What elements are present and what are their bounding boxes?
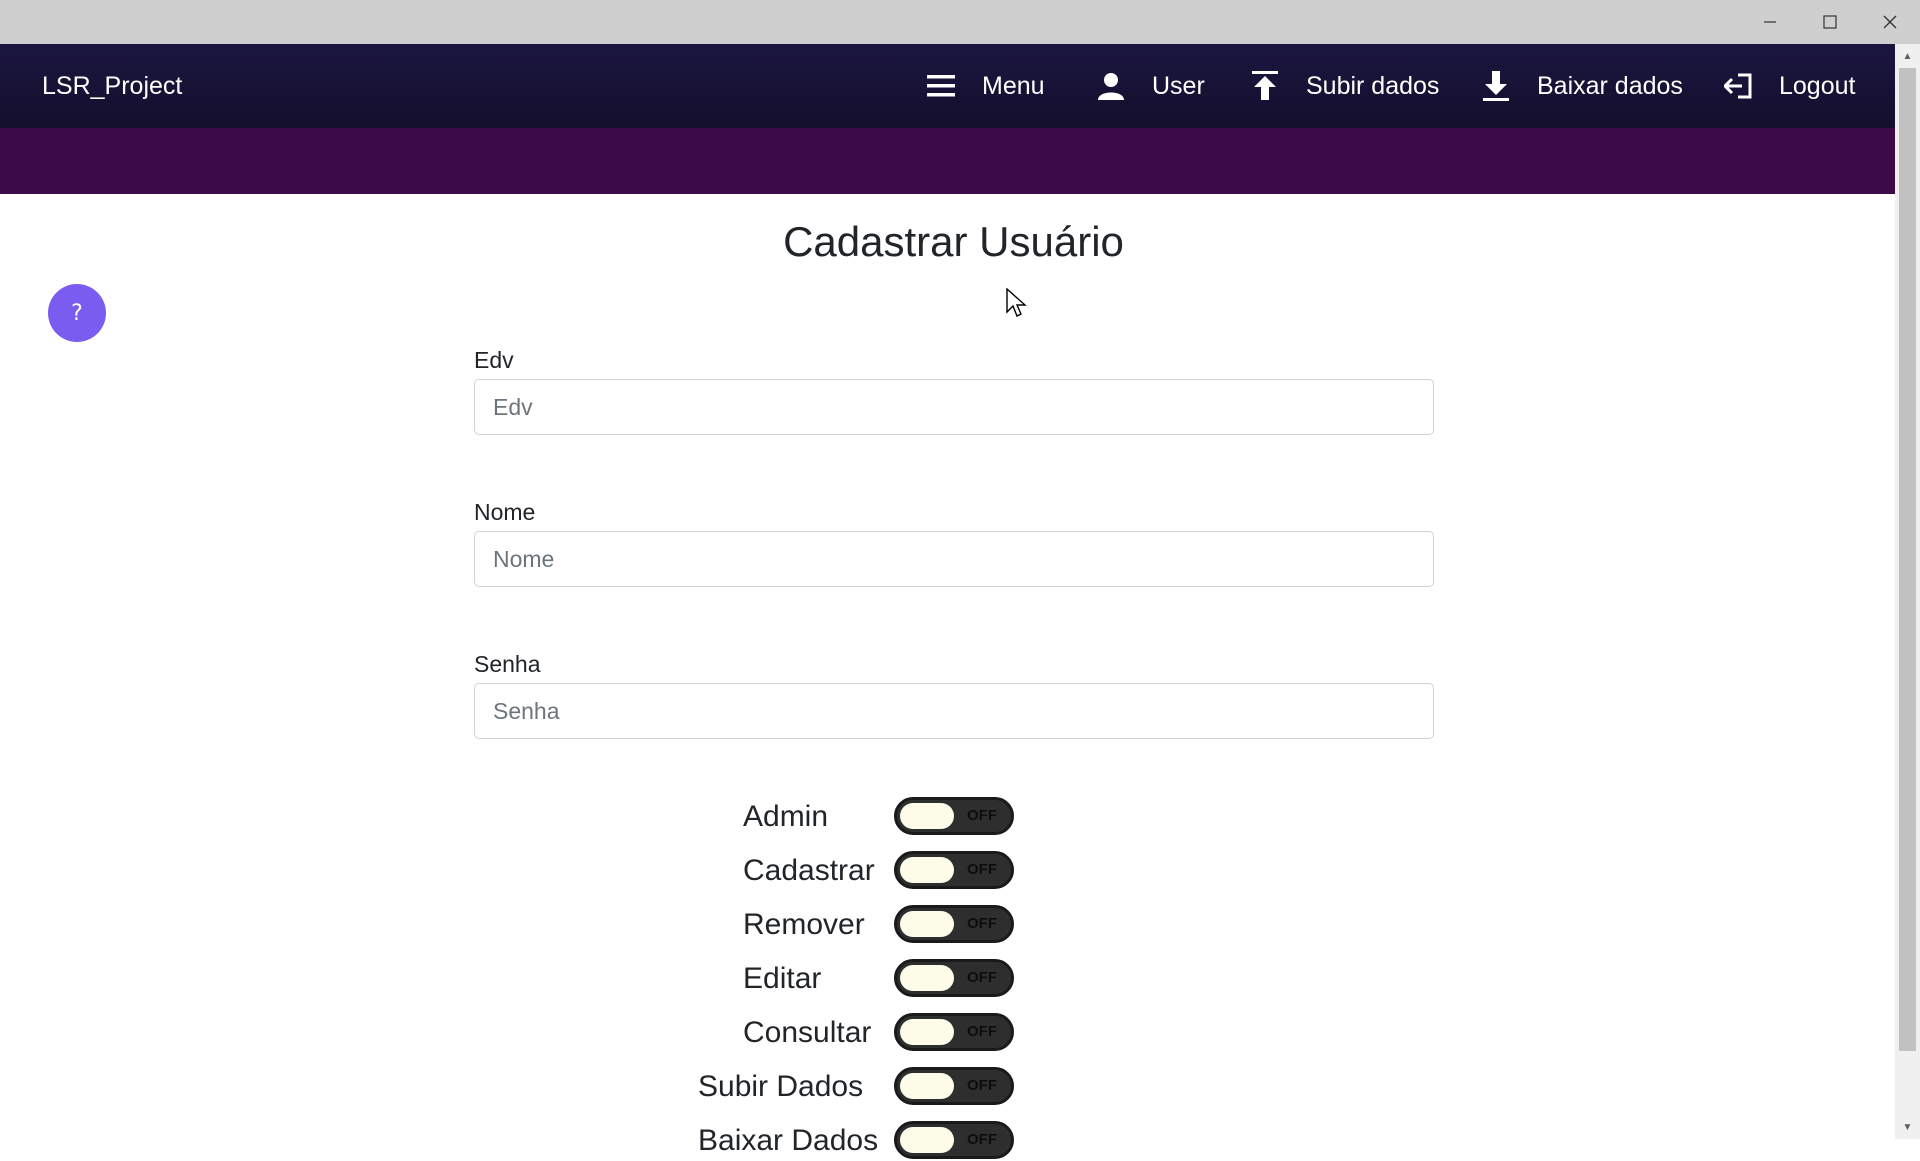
permission-row-cadastrar: Cadastrar OFF bbox=[0, 851, 1920, 891]
toggle-knob bbox=[900, 965, 954, 991]
edv-label: Edv bbox=[474, 347, 514, 373]
nav-upload-label: Subir dados bbox=[1306, 71, 1440, 100]
mouse-cursor-icon bbox=[1006, 287, 1028, 323]
senha-input[interactable] bbox=[474, 683, 1434, 739]
permission-row-subir-dados: Subir Dados OFF bbox=[0, 1067, 1920, 1107]
permission-label-editar: Editar bbox=[743, 962, 822, 995]
secondary-banner bbox=[0, 128, 1895, 194]
permission-row-admin: Admin OFF bbox=[0, 797, 1920, 837]
permission-row-editar: Editar OFF bbox=[0, 959, 1920, 999]
nav-download-label: Baixar dados bbox=[1537, 71, 1683, 100]
close-icon bbox=[1883, 15, 1897, 29]
help-button[interactable]: ? bbox=[48, 284, 106, 342]
edv-input[interactable] bbox=[474, 379, 1434, 435]
minimize-icon bbox=[1764, 21, 1776, 23]
toggle-state: OFF bbox=[967, 1077, 997, 1094]
toggle-state: OFF bbox=[967, 915, 997, 932]
toggle-editar[interactable]: OFF bbox=[894, 959, 1014, 997]
close-window-button[interactable] bbox=[1860, 0, 1920, 44]
toggle-knob bbox=[900, 803, 954, 829]
window-titlebar bbox=[0, 0, 1920, 44]
maximize-icon bbox=[1823, 15, 1837, 29]
user-icon bbox=[1096, 71, 1126, 101]
permission-label-consultar: Consultar bbox=[743, 1016, 872, 1049]
nav-upload-data[interactable]: Subir dados bbox=[1250, 44, 1439, 128]
hamburger-menu-icon bbox=[926, 71, 956, 101]
download-icon bbox=[1481, 71, 1511, 101]
toggle-remover[interactable]: OFF bbox=[894, 905, 1014, 943]
nav-menu[interactable]: Menu bbox=[926, 44, 1045, 128]
nav-logout-label: Logout bbox=[1779, 71, 1856, 100]
toggle-state: OFF bbox=[967, 969, 997, 986]
scroll-thumb[interactable] bbox=[1899, 68, 1916, 1051]
nome-input[interactable] bbox=[474, 531, 1434, 587]
senha-label: Senha bbox=[474, 651, 541, 677]
toggle-subir-dados[interactable]: OFF bbox=[894, 1067, 1014, 1105]
nav-menu-label: Menu bbox=[982, 71, 1045, 100]
permission-label-admin: Admin bbox=[743, 800, 829, 833]
toggle-state: OFF bbox=[967, 1131, 997, 1148]
toggle-knob bbox=[900, 1073, 954, 1099]
page-title: Cadastrar Usuário bbox=[783, 218, 1124, 265]
permission-row-remover: Remover OFF bbox=[0, 905, 1920, 945]
permission-label-subir-dados: Subir Dados bbox=[698, 1070, 864, 1103]
toggle-knob bbox=[900, 857, 954, 883]
toggle-consultar[interactable]: OFF bbox=[894, 1013, 1014, 1051]
logout-icon bbox=[1723, 71, 1753, 101]
top-navbar: LSR_Project Menu User Subir dados Baixar… bbox=[0, 44, 1895, 128]
nav-user-label: User bbox=[1152, 71, 1205, 100]
toggle-knob bbox=[900, 1127, 954, 1153]
toggle-state: OFF bbox=[967, 807, 997, 824]
toggle-cadastrar[interactable]: OFF bbox=[894, 851, 1014, 889]
nav-logout[interactable]: Logout bbox=[1723, 44, 1855, 128]
nav-download-data[interactable]: Baixar dados bbox=[1481, 44, 1683, 128]
minimize-window-button[interactable] bbox=[1740, 0, 1800, 44]
scroll-up-icon[interactable]: ▲ bbox=[1895, 46, 1920, 66]
permission-label-remover: Remover bbox=[743, 908, 865, 941]
toggle-knob bbox=[900, 911, 954, 937]
toggle-state: OFF bbox=[967, 861, 997, 878]
permission-label-cadastrar: Cadastrar bbox=[743, 854, 875, 887]
toggle-admin[interactable]: OFF bbox=[894, 797, 1014, 835]
upload-icon bbox=[1250, 71, 1280, 101]
toggle-state: OFF bbox=[967, 1023, 997, 1040]
permission-label-baixar-dados: Baixar Dados bbox=[698, 1124, 879, 1157]
brand-title[interactable]: LSR_Project bbox=[42, 44, 182, 128]
permission-row-consultar: Consultar OFF bbox=[0, 1013, 1920, 1053]
nome-label: Nome bbox=[474, 499, 536, 525]
maximize-window-button[interactable] bbox=[1800, 0, 1860, 44]
nav-user[interactable]: User bbox=[1096, 44, 1205, 128]
toggle-knob bbox=[900, 1019, 954, 1045]
toggle-baixar-dados[interactable]: OFF bbox=[894, 1121, 1014, 1159]
permission-row-baixar-dados: Baixar Dados OFF bbox=[0, 1121, 1920, 1161]
